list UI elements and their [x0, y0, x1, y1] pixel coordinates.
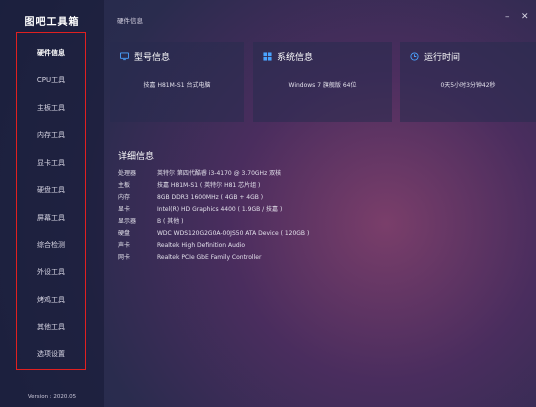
detail-key: 网卡	[118, 254, 131, 261]
model-info-title: 型号信息	[134, 53, 171, 63]
nav-item-disk-tools[interactable]: 硬盘工具	[17, 185, 85, 195]
nav-item-memory-tools[interactable]: 内存工具	[17, 130, 85, 140]
detail-value: Realtek PCIe GbE Family Controller	[157, 254, 262, 261]
nav-item-gpu-tools[interactable]: 显卡工具	[17, 158, 85, 168]
detail-title: 详细信息	[118, 152, 155, 162]
system-info-value: Windows 7 旗舰版 64位	[288, 82, 357, 89]
system-info-header: 系统信息	[263, 50, 313, 63]
detail-key: 处理器	[118, 170, 137, 177]
close-button[interactable]: ✕	[521, 12, 529, 22]
system-info-title: 系统信息	[277, 53, 314, 63]
detail-row-motherboard: 主板 技嘉 H81M-S1 ( 英特尔 H81 芯片组 )	[118, 180, 260, 189]
uptime-value: 0天5小时3分钟42秒	[440, 82, 496, 89]
detail-key: 内存	[118, 194, 131, 201]
detail-row-audio: 声卡 Realtek High Definition Audio	[118, 240, 245, 249]
detail-value: Intel(R) HD Graphics 4400 ( 1.9GB / 技嘉 )	[157, 206, 283, 213]
model-info-card: 型号信息 技嘉 H81M-S1 台式电脑	[110, 42, 244, 122]
detail-value: 技嘉 H81M-S1 ( 英特尔 H81 芯片组 )	[157, 182, 261, 189]
uptime-header: 运行时间	[410, 50, 460, 63]
system-info-card: 系统信息 Windows 7 旗舰版 64位	[253, 42, 392, 122]
model-info-value: 技嘉 H81M-S1 台式电脑	[143, 82, 211, 89]
detail-value: 8GB DDR3 1600MHz ( 4GB + 4GB )	[157, 194, 264, 201]
app-window: 图吧工具箱 硬件信息 CPU工具 主板工具 内存工具 显卡工具 硬盘工具 屏幕工…	[0, 0, 536, 407]
nav-item-hardware-info[interactable]: 硬件信息	[17, 48, 85, 58]
detail-key: 声卡	[118, 242, 131, 249]
detail-key: 硬盘	[118, 230, 131, 237]
nav-item-peripheral-tools[interactable]: 外设工具	[17, 267, 85, 277]
nav-item-overall-test[interactable]: 综合检测	[17, 240, 85, 250]
sidebar: 图吧工具箱 硬件信息 CPU工具 主板工具 内存工具 显卡工具 硬盘工具 屏幕工…	[0, 0, 104, 407]
nav-item-motherboard-tools[interactable]: 主板工具	[17, 103, 85, 113]
detail-value: Realtek High Definition Audio	[157, 242, 246, 249]
detail-key: 显卡	[118, 206, 131, 213]
detail-value: WDC WDS120G2G0A-00JS50 ATA Device ( 120G…	[157, 230, 310, 237]
detail-row-gpu: 显卡 Intel(R) HD Graphics 4400 ( 1.9GB / 技嘉…	[118, 204, 282, 213]
page-title: 硬件信息	[117, 17, 143, 25]
windows-icon	[263, 52, 272, 61]
detail-row-monitor: 显示器 B ( 其他 )	[118, 216, 184, 225]
nav-item-settings[interactable]: 选项设置	[17, 349, 85, 359]
nav-item-stress-tools[interactable]: 烤鸡工具	[17, 295, 85, 305]
model-info-header: 型号信息	[120, 50, 170, 63]
nav-item-cpu-tools[interactable]: CPU工具	[17, 75, 85, 85]
uptime-card: 运行时间 0天5小时3分钟42秒	[400, 42, 536, 122]
uptime-title: 运行时间	[424, 53, 461, 63]
nav-item-other-tools[interactable]: 其他工具	[17, 322, 85, 332]
detail-key: 主板	[118, 182, 131, 189]
monitor-icon	[120, 52, 129, 61]
detail-value: B ( 其他 )	[157, 218, 184, 225]
detail-row-cpu: 处理器 英特尔 第四代酷睿 i3-4170 @ 3.70GHz 双核	[118, 168, 281, 177]
detail-value: 英特尔 第四代酷睿 i3-4170 @ 3.70GHz 双核	[157, 170, 282, 177]
minimize-button[interactable]: –	[505, 12, 510, 22]
detail-row-network: 网卡 Realtek PCIe GbE Family Controller	[118, 252, 261, 261]
nav-item-screen-tools[interactable]: 屏幕工具	[17, 213, 85, 223]
detail-row-memory: 内存 8GB DDR3 1600MHz ( 4GB + 4GB )	[118, 192, 263, 201]
version-label: Version : 2020.05	[27, 394, 77, 400]
nav-highlight-box: 硬件信息 CPU工具 主板工具 内存工具 显卡工具 硬盘工具 屏幕工具 综合检测…	[16, 32, 86, 370]
app-title: 图吧工具箱	[24, 17, 80, 28]
detail-key: 显示器	[118, 218, 137, 225]
clock-icon	[410, 52, 419, 61]
detail-row-disk: 硬盘 WDC WDS120G2G0A-00JS50 ATA Device ( 12…	[118, 228, 309, 237]
